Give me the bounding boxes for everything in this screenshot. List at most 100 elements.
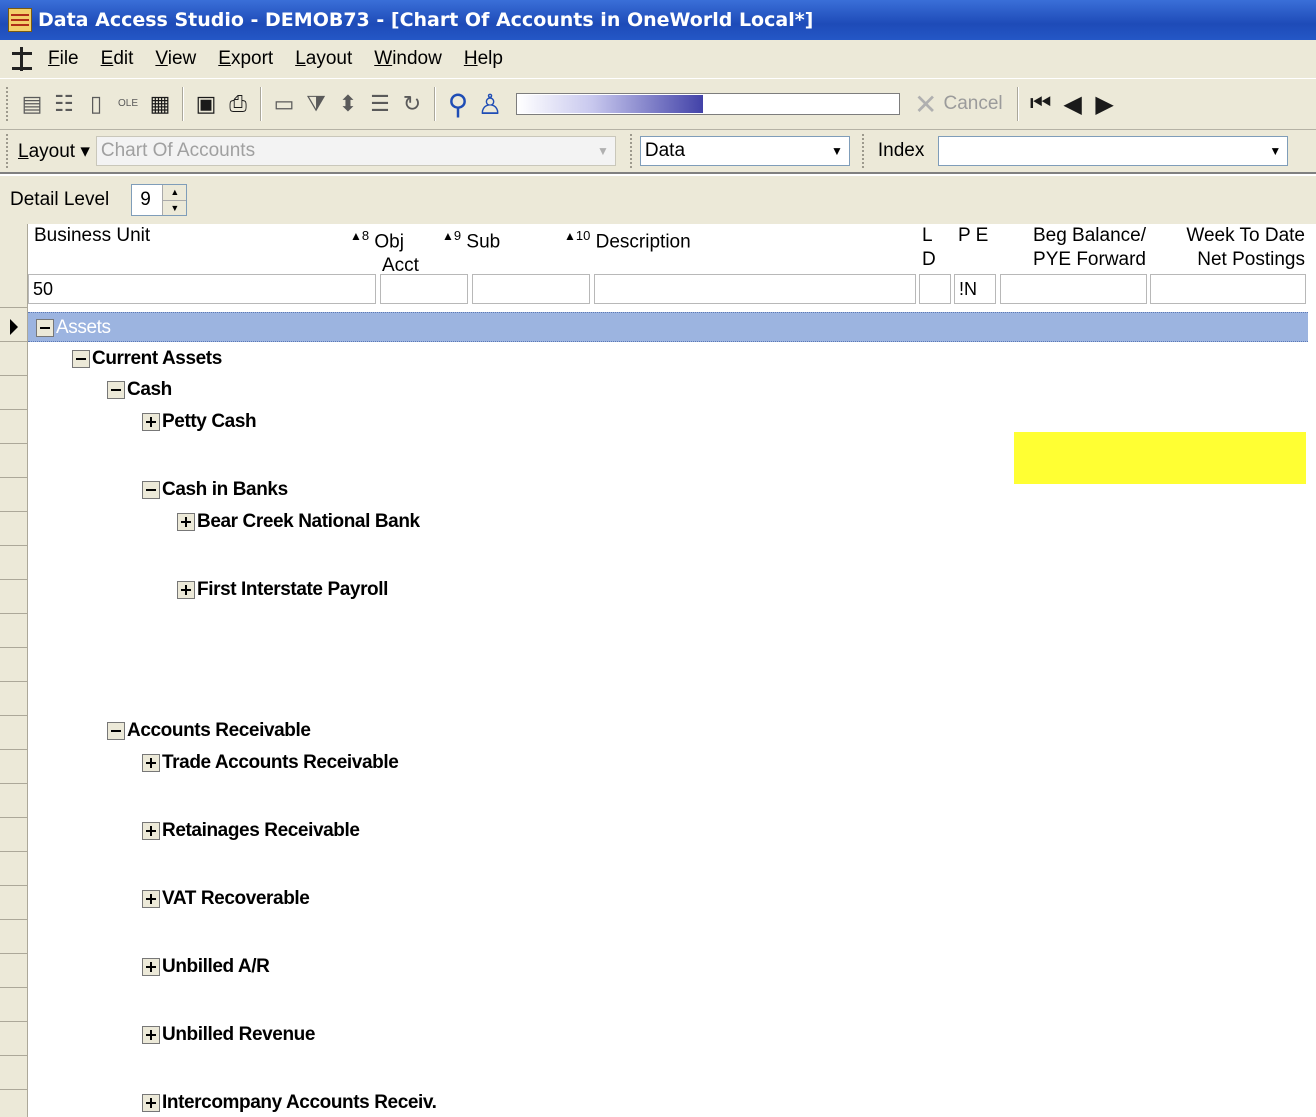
row-selector-cell[interactable] bbox=[0, 648, 28, 682]
collapse-icon[interactable] bbox=[72, 350, 90, 368]
highlighted-cell[interactable] bbox=[1014, 432, 1306, 484]
filter-beg-balance[interactable] bbox=[1000, 274, 1147, 304]
row-selector-cell[interactable] bbox=[0, 784, 28, 818]
row-selector-cell[interactable] bbox=[0, 308, 28, 342]
row-selector-cell[interactable] bbox=[0, 852, 28, 886]
tree-item-accounts-receivable[interactable]: Accounts Receivable bbox=[107, 720, 311, 742]
layout-select[interactable]: Chart Of Accounts ▼ bbox=[95, 136, 616, 166]
next-record-icon[interactable]: ▶ bbox=[1089, 88, 1121, 120]
find-user-icon[interactable]: ♙ bbox=[475, 88, 505, 120]
data-select[interactable]: Data ▼ bbox=[639, 136, 850, 166]
tree-item-first-interstate[interactable]: First Interstate Payroll bbox=[177, 579, 388, 601]
save-icon[interactable]: ▣ bbox=[191, 88, 221, 120]
toolbar-grip[interactable] bbox=[6, 87, 10, 121]
column-header-week-to-date[interactable]: Week To Date Net Postings bbox=[1150, 224, 1305, 272]
row-selector-cell[interactable] bbox=[0, 580, 28, 614]
group-icon[interactable]: ☰ bbox=[365, 88, 395, 120]
layout-dropdown-button[interactable]: Layout ▾ bbox=[18, 140, 90, 163]
print-icon[interactable]: ⎙ bbox=[223, 88, 253, 120]
expand-icon[interactable] bbox=[177, 513, 195, 531]
menu-help[interactable]: Help bbox=[462, 46, 505, 72]
row-selector-cell[interactable] bbox=[0, 750, 28, 784]
column-header-description[interactable]: ▲10 Description bbox=[564, 224, 691, 272]
expand-icon[interactable] bbox=[142, 1094, 160, 1112]
toolbar-grip[interactable] bbox=[629, 134, 634, 168]
menu-view[interactable]: View bbox=[153, 46, 198, 72]
expand-icon[interactable] bbox=[142, 890, 160, 908]
row-selector-cell[interactable] bbox=[0, 954, 28, 988]
filter-week-to-date[interactable] bbox=[1150, 274, 1306, 304]
collapse-icon[interactable] bbox=[107, 381, 125, 399]
row-selector-cell[interactable] bbox=[0, 224, 28, 308]
expand-icon[interactable] bbox=[177, 581, 195, 599]
report-icon[interactable]: ▦ bbox=[145, 88, 175, 120]
row-selector-cell[interactable] bbox=[0, 376, 28, 410]
field-icon[interactable]: ▭ bbox=[269, 88, 299, 120]
row-selector-cell[interactable] bbox=[0, 988, 28, 1022]
sort-icon[interactable]: ⬍ bbox=[333, 88, 363, 120]
tree-item-cash[interactable]: Cash bbox=[107, 379, 172, 401]
row-selector-cell[interactable] bbox=[0, 410, 28, 444]
previous-record-icon[interactable]: ◀ bbox=[1057, 88, 1089, 120]
tree-item-current-assets[interactable]: Current Assets bbox=[72, 348, 222, 370]
row-selector-cell[interactable] bbox=[0, 1056, 28, 1090]
filter-business-unit[interactable]: 50 bbox=[28, 274, 376, 304]
tree-item-intercompany[interactable]: Intercompany Accounts Receiv. bbox=[142, 1092, 437, 1114]
row-selector-cell[interactable] bbox=[0, 444, 28, 478]
tree-item-retainages[interactable]: Retainages Receivable bbox=[142, 820, 360, 842]
column-header-obj-acct[interactable]: ▲8 Obj Acct bbox=[350, 224, 419, 276]
menu-layout[interactable]: Layout bbox=[293, 46, 354, 72]
expand-icon[interactable] bbox=[142, 413, 160, 431]
index-select[interactable]: ▼ bbox=[938, 136, 1289, 166]
row-selector-cell[interactable] bbox=[0, 886, 28, 920]
row-selector-cell[interactable] bbox=[0, 614, 28, 648]
search-icon[interactable]: ⚲ bbox=[443, 88, 473, 120]
toolbar-grip[interactable] bbox=[861, 134, 866, 168]
collapse-icon[interactable] bbox=[36, 319, 54, 337]
row-selector-cell[interactable] bbox=[0, 546, 28, 580]
tree-item-unbilled-ar[interactable]: Unbilled A/R bbox=[142, 956, 270, 978]
row-selector-cell[interactable] bbox=[0, 818, 28, 852]
column-header-beg-balance[interactable]: Beg Balance/PYE Forward bbox=[1000, 224, 1146, 272]
tree-item-trade-ar[interactable]: Trade Accounts Receivable bbox=[142, 752, 399, 774]
expand-icon[interactable] bbox=[142, 822, 160, 840]
column-header-sub[interactable]: ▲9 Sub bbox=[442, 224, 500, 272]
detail-level-spinner[interactable]: 9 ▲ ▼ bbox=[131, 184, 188, 216]
menu-edit[interactable]: Edit bbox=[99, 46, 136, 72]
expand-icon[interactable] bbox=[142, 1026, 160, 1044]
row-selector-cell[interactable] bbox=[0, 342, 28, 376]
spin-down-icon[interactable]: ▼ bbox=[163, 201, 186, 216]
column-header-pe[interactable]: P E bbox=[958, 224, 988, 272]
form-view-icon[interactable]: ▤ bbox=[17, 88, 47, 120]
row-selector-cell[interactable] bbox=[0, 716, 28, 750]
filter-icon[interactable]: ⧩ bbox=[301, 88, 331, 120]
expand-icon[interactable] bbox=[142, 754, 160, 772]
filter-pe[interactable]: !N bbox=[954, 274, 996, 304]
tree-item-vat[interactable]: VAT Recoverable bbox=[142, 888, 310, 910]
tree-item-cash-in-banks[interactable]: Cash in Banks bbox=[142, 479, 288, 501]
column-header-ld[interactable]: LD bbox=[922, 224, 936, 272]
menu-file[interactable]: File bbox=[46, 46, 81, 72]
document-menu-icon[interactable] bbox=[10, 47, 34, 71]
filter-ld[interactable] bbox=[919, 274, 951, 304]
grid-view-icon[interactable]: ☷ bbox=[49, 88, 79, 120]
tree-item-bear-creek[interactable]: Bear Creek National Bank bbox=[177, 511, 420, 533]
spin-up-icon[interactable]: ▲ bbox=[163, 185, 187, 201]
collapse-icon[interactable] bbox=[142, 481, 160, 499]
filter-description[interactable] bbox=[594, 274, 916, 304]
tree-item-petty-cash[interactable]: Petty Cash bbox=[142, 411, 257, 433]
row-selector-cell[interactable] bbox=[0, 478, 28, 512]
refresh-icon[interactable]: ↻ bbox=[397, 88, 427, 120]
row-selector-cell[interactable] bbox=[0, 920, 28, 954]
row-selector-cell[interactable] bbox=[0, 682, 28, 716]
menu-window[interactable]: Window bbox=[372, 46, 444, 72]
menu-export[interactable]: Export bbox=[216, 46, 275, 72]
collapse-icon[interactable] bbox=[107, 722, 125, 740]
filter-sub[interactable] bbox=[472, 274, 590, 304]
cancel-button[interactable]: ✕ Cancel bbox=[914, 88, 1003, 121]
column-header-business-unit[interactable]: Business Unit bbox=[34, 224, 150, 272]
ole-icon[interactable]: OLE bbox=[113, 88, 143, 120]
tree-item-unbilled-revenue[interactable]: Unbilled Revenue bbox=[142, 1024, 315, 1046]
column-icon[interactable]: ▯ bbox=[81, 88, 111, 120]
selected-row[interactable] bbox=[28, 312, 1308, 342]
